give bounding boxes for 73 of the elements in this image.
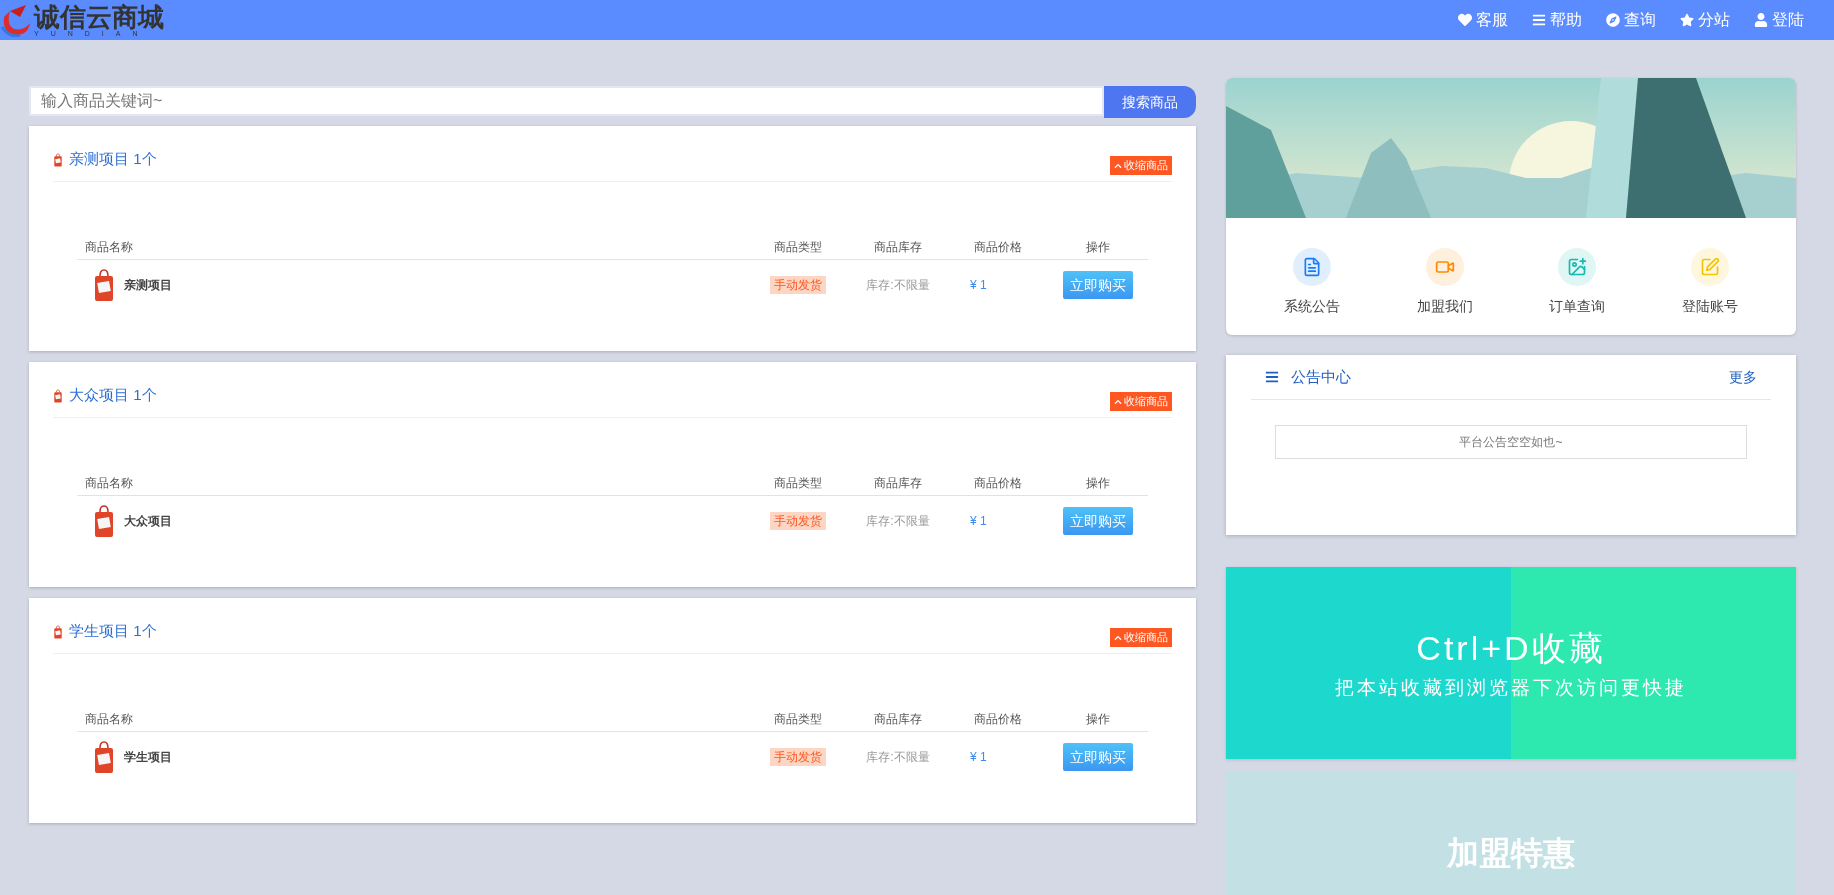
column-header: 商品库存: [873, 710, 923, 728]
column-header: 商品价格: [973, 238, 1023, 256]
collapse-button[interactable]: 收缩商品: [1110, 392, 1172, 411]
product-name: 亲测项目: [124, 277, 172, 294]
buy-button[interactable]: 立即购买: [1063, 271, 1133, 299]
heart-icon: [1458, 13, 1472, 27]
column-header: 商品价格: [973, 710, 1023, 728]
stock-text: 库存:不限量: [865, 749, 931, 766]
nav-link[interactable]: 登陆: [1754, 8, 1804, 32]
shopping-bag-icon: [93, 268, 115, 302]
compass-icon: [1606, 13, 1620, 27]
column-header: 商品库存: [873, 474, 923, 492]
column-header: 商品类型: [773, 474, 823, 492]
column-header: 商品名称: [84, 474, 134, 492]
column-header: 商品价格: [973, 474, 1023, 492]
quick-link[interactable]: 系统公告: [1284, 248, 1341, 317]
logo-text: 诚信云商城: [34, 3, 164, 30]
document-icon: [1302, 257, 1323, 277]
shopping-bag-icon: [93, 740, 115, 774]
star-icon: [1680, 13, 1694, 27]
image-plus-icon: [1567, 257, 1588, 277]
banner-title: Ctrl+D收藏: [1416, 628, 1606, 670]
category-title: 亲测项目 1个: [69, 149, 157, 170]
quick-link[interactable]: 订单查询: [1549, 248, 1606, 317]
quick-link[interactable]: 加盟我们: [1416, 248, 1473, 317]
product-name: 大众项目: [124, 513, 172, 530]
nav-link[interactable]: 帮助: [1532, 8, 1582, 32]
banner-subtitle: 把本站收藏到浏览器下次访问更快捷: [1335, 676, 1687, 701]
product-name: 学生项目: [124, 749, 172, 766]
column-header: 商品库存: [873, 238, 923, 256]
column-header: 商品名称: [84, 238, 134, 256]
column-header: 商品名称: [84, 710, 134, 728]
user-icon: [1754, 13, 1768, 27]
type-tag: 手动发货: [770, 276, 826, 294]
chevron-up-icon: [1114, 633, 1122, 642]
stock-text: 库存:不限量: [865, 513, 931, 530]
column-header: 操作: [1085, 474, 1111, 492]
search-button[interactable]: 搜索商品: [1104, 86, 1196, 118]
type-tag: 手动发货: [770, 512, 826, 530]
column-header: 操作: [1085, 238, 1111, 256]
type-tag: 手动发货: [770, 748, 826, 766]
shopping-bag-icon: [53, 388, 63, 403]
price-text: ¥ 1: [969, 749, 988, 766]
search-field[interactable]: 输入商品关键词~: [29, 86, 1104, 116]
buy-button[interactable]: 立即购买: [1063, 743, 1133, 771]
menu-icon: [1265, 370, 1279, 384]
join-banner-title: 加盟特惠: [1447, 834, 1575, 869]
nav-link[interactable]: 查询: [1606, 8, 1656, 32]
menu-icon: [1532, 13, 1546, 27]
column-header: 商品类型: [773, 238, 823, 256]
column-header: 操作: [1085, 710, 1111, 728]
logo-icon: [0, 3, 32, 37]
edit-icon: [1699, 257, 1720, 277]
category-title: 大众项目 1个: [69, 385, 157, 406]
nav-link[interactable]: 分站: [1680, 8, 1730, 32]
collapse-button[interactable]: 收缩商品: [1110, 156, 1172, 175]
buy-button[interactable]: 立即购买: [1063, 507, 1133, 535]
quick-link[interactable]: 登陆账号: [1681, 248, 1738, 317]
chevron-up-icon: [1114, 161, 1122, 170]
chevron-up-icon: [1114, 397, 1122, 406]
price-text: ¥ 1: [969, 513, 988, 530]
empty-notice: 平台公告空空如也~: [1275, 425, 1747, 459]
collapse-button[interactable]: 收缩商品: [1110, 628, 1172, 647]
category-title: 学生项目 1个: [69, 621, 157, 642]
nav-link[interactable]: 客服: [1458, 8, 1508, 32]
shopping-bag-icon: [93, 504, 115, 538]
price-text: ¥ 1: [969, 277, 988, 294]
shopping-bag-icon: [53, 152, 63, 167]
notice-title: 公告中心: [1291, 366, 1351, 387]
column-header: 商品类型: [773, 710, 823, 728]
more-link[interactable]: 更多: [1729, 366, 1757, 388]
stock-text: 库存:不限量: [865, 277, 931, 294]
shopping-bag-icon: [53, 624, 63, 639]
